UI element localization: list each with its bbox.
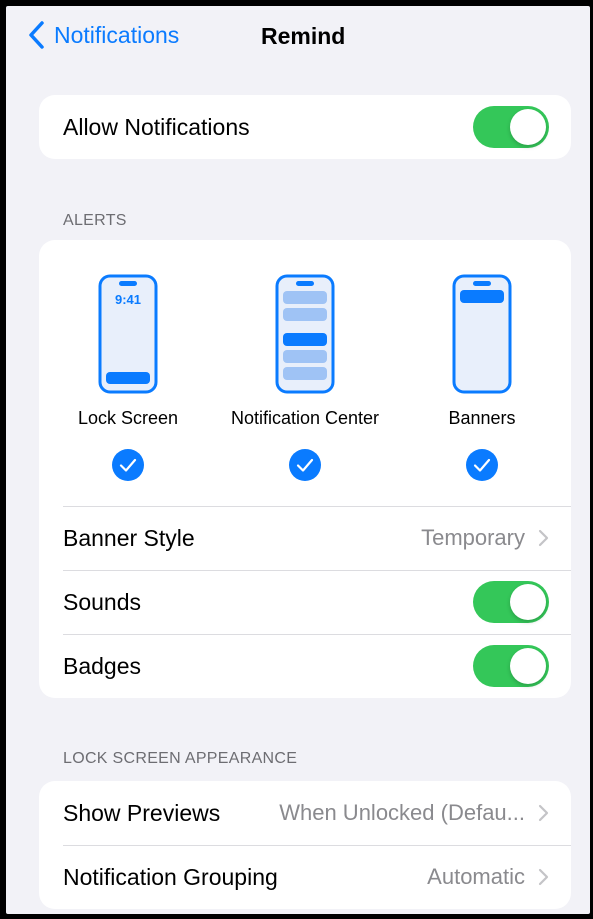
row-divider <box>63 634 571 635</box>
navigation-bar: Notifications Remind <box>6 6 590 66</box>
banners-label: Banners <box>448 408 516 428</box>
chevron-right-icon <box>538 529 549 547</box>
show-previews-row[interactable]: Show Previews When Unlocked (Defau... <box>39 781 571 845</box>
sounds-label: Sounds <box>63 588 142 615</box>
banner-style-label: Banner Style <box>63 524 195 551</box>
badges-toggle[interactable] <box>473 645 549 687</box>
banner-style-value: Temporary <box>421 525 525 550</box>
toggle-knob <box>510 584 546 620</box>
allow-notifications-label: Allow Notifications <box>63 113 250 140</box>
alerts-section-header: ALERTS <box>63 212 127 229</box>
notification-grouping-value: Automatic <box>427 864 525 889</box>
badges-label: Badges <box>63 652 142 679</box>
alert-option-notification-center[interactable]: Notification Center <box>225 240 385 506</box>
row-divider <box>63 506 571 507</box>
svg-text:9:41: 9:41 <box>115 292 141 307</box>
notification-center-label: Notification Center <box>230 408 380 428</box>
badges-row: Badges <box>39 634 571 698</box>
alert-option-banners[interactable]: Banners <box>402 240 562 506</box>
settings-screen: Notifications Remind Allow Notifications… <box>6 6 590 914</box>
back-button-label: Notifications <box>54 21 180 48</box>
allow-notifications-row: Allow Notifications <box>39 95 571 159</box>
banners-phone-icon <box>452 274 512 394</box>
allow-notifications-toggle[interactable] <box>473 106 549 148</box>
chevron-left-icon <box>29 21 44 49</box>
checkmark-circle-icon <box>112 449 144 481</box>
alert-styles: 9:41 Lock Screen Notification Center Ban… <box>39 240 571 506</box>
alert-option-lock-screen[interactable]: 9:41 Lock Screen <box>48 240 208 506</box>
checkmark-circle-icon <box>289 449 321 481</box>
toggle-knob <box>510 648 546 684</box>
notification-grouping-label: Notification Grouping <box>63 863 278 890</box>
sounds-toggle[interactable] <box>473 581 549 623</box>
lock-screen-appearance-group: Show Previews When Unlocked (Defau... No… <box>39 781 571 909</box>
toggle-knob <box>510 109 546 145</box>
show-previews-label: Show Previews <box>63 799 221 826</box>
row-divider <box>63 845 571 846</box>
checkmark-circle-icon <box>466 449 498 481</box>
sounds-row: Sounds <box>39 570 571 634</box>
chevron-right-icon <box>538 804 549 822</box>
banner-style-row[interactable]: Banner Style Temporary <box>39 506 571 570</box>
show-previews-value: When Unlocked (Defau... <box>279 800 525 825</box>
notification-center-phone-icon <box>275 274 335 394</box>
back-button[interactable]: Notifications <box>26 20 179 50</box>
lock-screen-label: Lock Screen <box>77 408 179 428</box>
allow-notifications-group: Allow Notifications <box>39 95 571 159</box>
page-title: Remind <box>261 23 346 49</box>
alerts-group: 9:41 Lock Screen Notification Center Ban… <box>39 240 571 698</box>
chevron-right-icon <box>538 868 549 886</box>
lock-screen-phone-icon: 9:41 <box>98 274 158 394</box>
notification-grouping-row[interactable]: Notification Grouping Automatic <box>39 845 571 909</box>
lock-screen-appearance-header: LOCK SCREEN APPEARANCE <box>63 750 298 767</box>
row-divider <box>63 570 571 571</box>
